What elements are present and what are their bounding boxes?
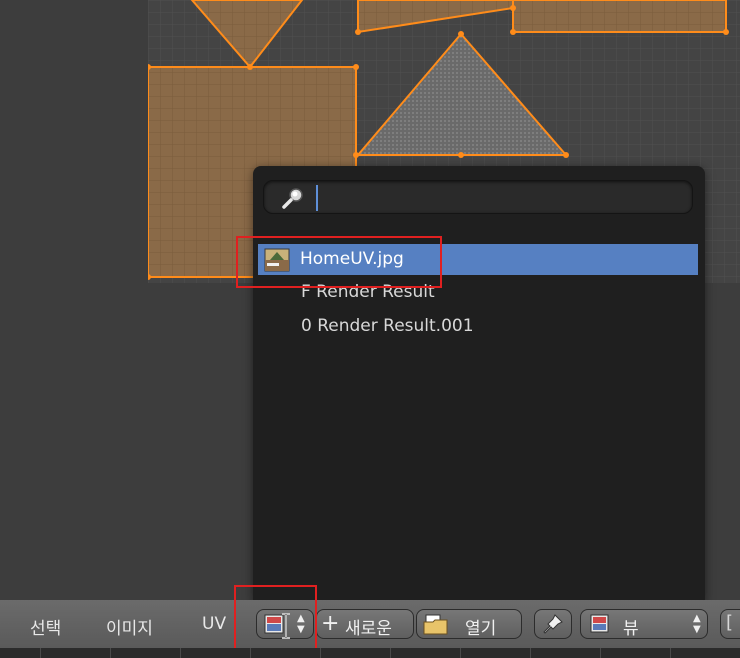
search-field[interactable] [263, 180, 693, 214]
open-image-button[interactable]: 열기 [416, 609, 522, 639]
overflow-icon: [ [726, 612, 734, 633]
search-input[interactable] [316, 185, 676, 211]
plus-icon: + [321, 611, 340, 636]
image-browse-popup: HomeUV.jpg F Render Result 0 Render Resu… [253, 166, 705, 602]
uv-editor-header: 선택 이미지 UV ▲ ▼ + 새로운 열기 뷰 ▲ ▼ [ [0, 600, 740, 648]
overflow-button[interactable]: [ [720, 609, 740, 639]
timeline-strip [0, 648, 740, 658]
list-item-render-result-001[interactable]: 0 Render Result.001 [258, 309, 698, 343]
menu-image[interactable]: 이미지 [106, 614, 153, 639]
list-item-label: 0 Render Result.001 [301, 316, 474, 336]
view-icon [590, 614, 609, 633]
menu-select[interactable]: 선택 [30, 614, 61, 639]
view-mode-dropdown[interactable]: 뷰 ▲ ▼ [580, 609, 708, 639]
open-image-label: 열기 [465, 619, 497, 639]
search-icon [282, 188, 303, 209]
new-image-label: 새로운 [345, 619, 392, 639]
view-mode-label: 뷰 [623, 619, 639, 639]
pin-button[interactable] [534, 609, 572, 639]
new-image-button[interactable]: + 새로운 [316, 609, 414, 639]
highlight-selected-image [236, 236, 442, 288]
updown-arrows-icon: ▲ ▼ [693, 613, 701, 635]
menu-uv[interactable]: UV [202, 614, 226, 634]
folder-icon [423, 614, 448, 635]
highlight-browse-button [234, 585, 317, 656]
pin-icon [543, 614, 563, 634]
